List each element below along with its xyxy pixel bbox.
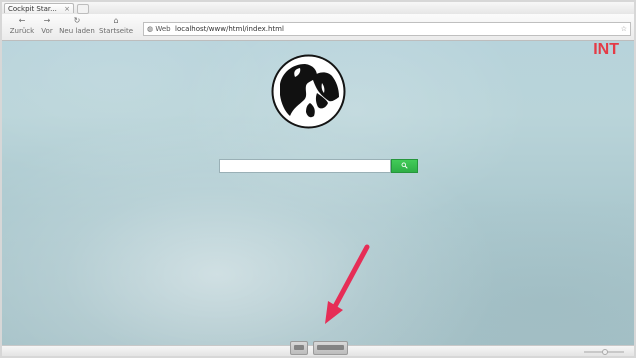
star-icon[interactable]: ☆ — [621, 24, 627, 34]
reload-icon: ↻ — [73, 16, 81, 25]
home-icon: ⌂ — [113, 16, 119, 25]
search-icon — [401, 162, 408, 169]
left-arrow-icon: ← — [18, 16, 26, 25]
back-label: Zurück — [9, 27, 35, 35]
search-button[interactable] — [391, 159, 418, 173]
new-tab-button[interactable] — [77, 4, 89, 14]
forward-button[interactable]: → Vor — [38, 16, 56, 38]
address-source-label: Web — [155, 25, 171, 33]
navigation-toolbar: ← Zurück → Vor ↻ Neu laden ⌂ Startseite … — [2, 14, 634, 41]
globe-icon: ◍ — [147, 25, 154, 33]
tab-close-button[interactable]: × — [64, 4, 70, 13]
back-button[interactable]: ← Zurück — [8, 16, 36, 38]
globe-logo — [270, 53, 347, 130]
window-icon[interactable] — [313, 341, 348, 355]
tab-title: Cockpit Star... — [8, 5, 57, 13]
address-url: localhost/www/html/index.html — [175, 25, 284, 33]
reload-label: Neu laden — [59, 27, 95, 35]
int-badge: INT — [593, 41, 619, 58]
taskbar-slider[interactable] — [584, 349, 624, 355]
address-bar[interactable]: ◍ Web localhost/www/html/index.html ☆ — [143, 22, 631, 36]
reload-button[interactable]: ↻ Neu laden — [59, 16, 95, 38]
window-icon[interactable] — [290, 341, 308, 355]
search-input[interactable] — [220, 166, 390, 179]
browser-window: Cockpit Star... × ← Zurück → Vor ↻ Neu l… — [0, 0, 636, 358]
search-field[interactable] — [219, 159, 391, 179]
forward-label: Vor — [41, 27, 53, 35]
home-button[interactable]: ⌂ Startseite — [97, 16, 135, 38]
browser-tab[interactable]: Cockpit Star... × — [4, 3, 74, 13]
right-arrow-icon: → — [43, 16, 51, 25]
page-viewport: INT — [2, 41, 634, 348]
address-source-badge: ◍ Web — [147, 24, 171, 34]
slider-thumb[interactable] — [602, 349, 608, 355]
home-label: Startseite — [98, 27, 134, 35]
pointer-arrow — [325, 244, 370, 324]
globe-icon — [271, 54, 346, 129]
